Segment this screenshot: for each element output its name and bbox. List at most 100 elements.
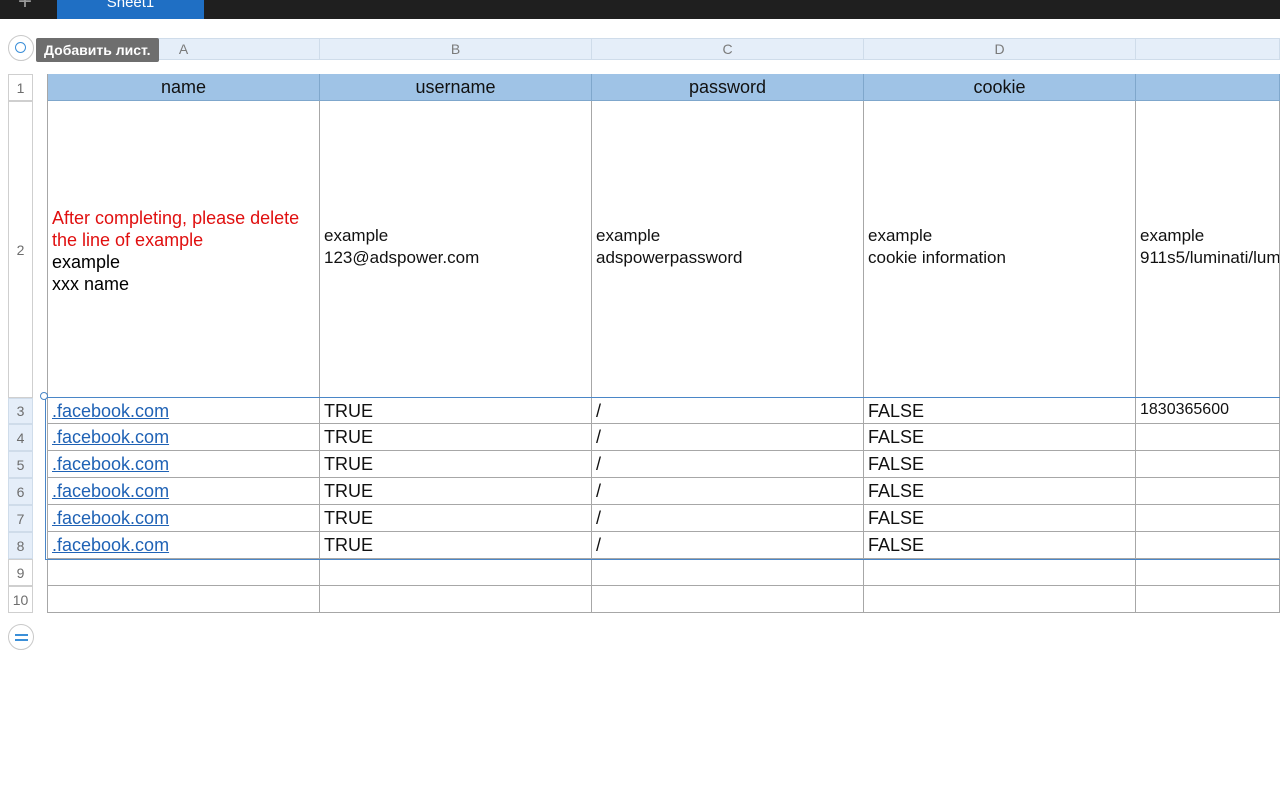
row-header-10[interactable]: 10: [8, 586, 33, 613]
select-all-circle-icon[interactable]: [8, 35, 34, 61]
cell-a1[interactable]: name: [48, 74, 320, 101]
cell-a4[interactable]: .facebook.com: [48, 424, 320, 451]
column-header-d[interactable]: D: [863, 38, 1136, 60]
cell-text: example: [1140, 226, 1205, 245]
add-sheet-plus-icon[interactable]: +: [12, 0, 38, 18]
row-number: 2: [16, 241, 25, 258]
cell-b4[interactable]: TRUE: [320, 424, 592, 451]
cell-e9[interactable]: [1136, 559, 1280, 586]
cell-c6[interactable]: /: [592, 478, 864, 505]
delete-example-warning: After completing, please delete the line…: [52, 208, 300, 250]
cell-text: 123@adspower.com: [324, 248, 480, 267]
column-header-c[interactable]: C: [591, 38, 864, 60]
cell-text: cookie information: [868, 248, 1006, 267]
row-number: 7: [16, 510, 25, 527]
cell-text: example: [868, 226, 933, 245]
column-letter: C: [722, 41, 733, 57]
cell-d4[interactable]: FALSE: [864, 424, 1136, 451]
row-number: 9: [16, 564, 25, 581]
cell-c5[interactable]: /: [592, 451, 864, 478]
domain-link[interactable]: .facebook.com: [52, 508, 169, 528]
cell-a2[interactable]: After completing, please delete the line…: [48, 101, 320, 398]
row-header-9[interactable]: 9: [8, 559, 33, 586]
cell-b7[interactable]: TRUE: [320, 505, 592, 532]
cell-a10[interactable]: [48, 586, 320, 613]
cell-text: 911s5/luminati/lum: [1140, 248, 1280, 267]
row-number: 6: [16, 483, 25, 500]
row-header-1[interactable]: 1: [8, 74, 33, 101]
row-header-7[interactable]: 7: [8, 505, 33, 532]
cell-d6[interactable]: FALSE: [864, 478, 1136, 505]
row-header-4[interactable]: 4: [8, 424, 33, 451]
cell-a7[interactable]: .facebook.com: [48, 505, 320, 532]
selection-handle-icon[interactable]: [40, 392, 48, 400]
cell-d2[interactable]: example cookie information: [864, 101, 1136, 398]
cell-c2[interactable]: example adspowerpassword: [592, 101, 864, 398]
cell-e5[interactable]: [1136, 451, 1280, 478]
row-header-6[interactable]: 6: [8, 478, 33, 505]
column-letter: D: [994, 41, 1005, 57]
cell-c1[interactable]: password: [592, 74, 864, 101]
cell-e2[interactable]: example 911s5/luminati/lum: [1136, 101, 1280, 398]
cell-d5[interactable]: FALSE: [864, 451, 1136, 478]
cell-d9[interactable]: [864, 559, 1136, 586]
cell-text: xxx name: [52, 274, 130, 294]
cell-b8[interactable]: TRUE: [320, 532, 592, 559]
cell-d1[interactable]: cookie: [864, 74, 1136, 101]
cell-b5[interactable]: TRUE: [320, 451, 592, 478]
cell-b3[interactable]: TRUE: [320, 398, 592, 424]
cell-b6[interactable]: TRUE: [320, 478, 592, 505]
row-header-2[interactable]: 2: [8, 101, 33, 398]
add-sheet-tooltip: Добавить лист.: [36, 38, 159, 62]
row-header-8[interactable]: 8: [8, 532, 33, 559]
cell-b9[interactable]: [320, 559, 592, 586]
cell-a8[interactable]: .facebook.com: [48, 532, 320, 559]
domain-link[interactable]: .facebook.com: [52, 454, 169, 474]
cell-b2[interactable]: example 123@adspower.com: [320, 101, 592, 398]
cell-c7[interactable]: /: [592, 505, 864, 532]
row-header-3[interactable]: 3: [8, 398, 33, 424]
column-header-b[interactable]: B: [319, 38, 592, 60]
domain-link[interactable]: .facebook.com: [52, 535, 169, 555]
cell-b10[interactable]: [320, 586, 592, 613]
cell-c10[interactable]: [592, 586, 864, 613]
cell-a6[interactable]: .facebook.com: [48, 478, 320, 505]
column-letter: B: [450, 41, 461, 57]
cell-e4[interactable]: [1136, 424, 1280, 451]
cell-d7[interactable]: FALSE: [864, 505, 1136, 532]
row-number: 3: [16, 403, 25, 419]
domain-link[interactable]: .facebook.com: [52, 427, 169, 447]
cell-e8[interactable]: [1136, 532, 1280, 559]
cell-a9[interactable]: [48, 559, 320, 586]
row-number: 10: [12, 591, 29, 608]
cell-e1[interactable]: [1136, 74, 1280, 101]
cell-text: example: [324, 226, 389, 245]
cell-text: example: [596, 226, 661, 245]
column-letter: A: [178, 41, 189, 57]
cell-c8[interactable]: /: [592, 532, 864, 559]
cell-c3[interactable]: /: [592, 398, 864, 424]
cell-c9[interactable]: [592, 559, 864, 586]
cell-b1[interactable]: username: [320, 74, 592, 101]
cell-d10[interactable]: [864, 586, 1136, 613]
row-number: 1: [16, 79, 25, 96]
cell-a5[interactable]: .facebook.com: [48, 451, 320, 478]
add-row-equals-icon[interactable]: [8, 624, 34, 650]
domain-link[interactable]: .facebook.com: [52, 401, 169, 421]
sheet-tab-bar: + Sheet1: [0, 0, 1280, 19]
cell-c4[interactable]: /: [592, 424, 864, 451]
cell-d3[interactable]: FALSE: [864, 398, 1136, 424]
cell-d8[interactable]: FALSE: [864, 532, 1136, 559]
sheet-tab-active[interactable]: Sheet1: [57, 0, 204, 19]
domain-link[interactable]: .facebook.com: [52, 481, 169, 501]
cell-e7[interactable]: [1136, 505, 1280, 532]
cell-a3[interactable]: .facebook.com: [48, 398, 320, 424]
cell-e3[interactable]: 1830365600: [1136, 398, 1280, 424]
cell-text: adspowerpassword: [596, 248, 743, 267]
row-header-5[interactable]: 5: [8, 451, 33, 478]
column-header-e[interactable]: [1135, 38, 1280, 60]
row-number: 8: [16, 537, 25, 554]
row-number: 5: [16, 456, 25, 473]
cell-e10[interactable]: [1136, 586, 1280, 613]
cell-e6[interactable]: [1136, 478, 1280, 505]
